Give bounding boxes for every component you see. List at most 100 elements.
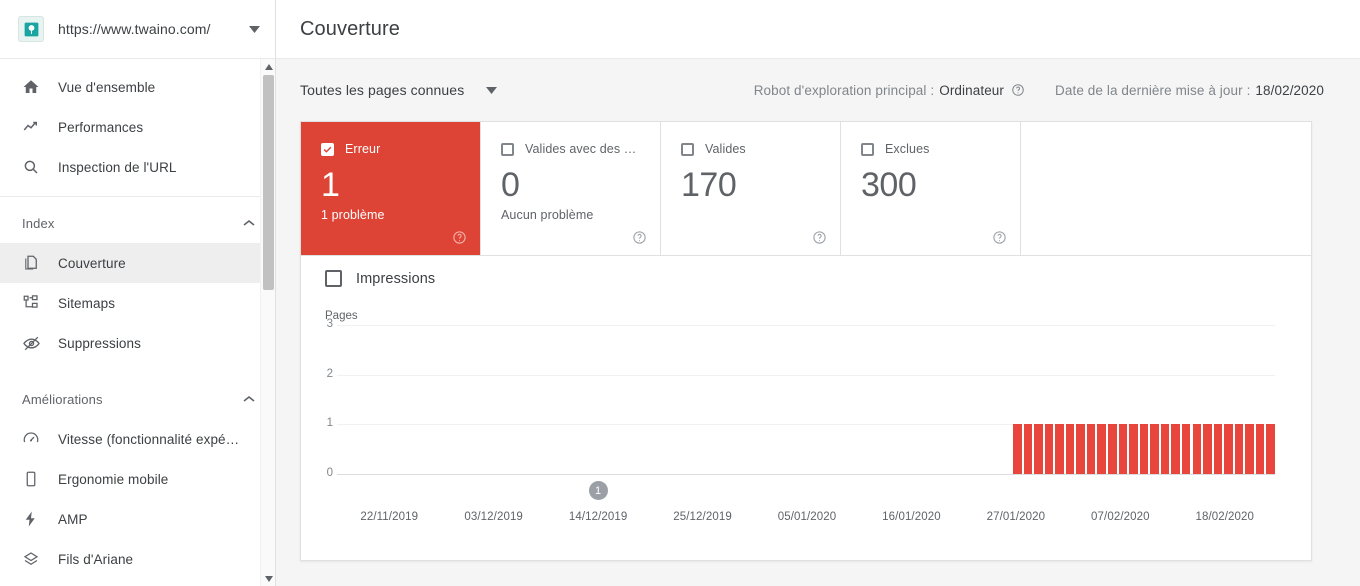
chart-bar[interactable] bbox=[1234, 424, 1245, 474]
sidebar-item-vue-densemble[interactable]: Vue d'ensemble bbox=[0, 67, 275, 107]
x-tick-label: 25/12/2019 bbox=[673, 511, 732, 523]
speedometer-icon bbox=[20, 430, 42, 448]
chart-annotation-marker[interactable]: 1 bbox=[588, 481, 608, 500]
sidebar-section-ameliorations[interactable]: Améliorations bbox=[0, 379, 275, 419]
property-selector[interactable]: https://www.twaino.com/ bbox=[0, 0, 275, 59]
scrollbar-thumb[interactable] bbox=[263, 75, 274, 290]
chart-bar[interactable] bbox=[1012, 424, 1023, 474]
status-card-erreur[interactable]: Erreur 1 1 problème bbox=[301, 122, 481, 255]
search-console-app: https://www.twaino.com/ Vue d'ensemble P… bbox=[0, 0, 1360, 586]
card-value: 300 bbox=[861, 166, 917, 204]
chart-bar[interactable] bbox=[1160, 424, 1171, 474]
card-label: Valides bbox=[705, 142, 746, 156]
y-tick-label: 0 bbox=[326, 467, 333, 479]
chart-bar[interactable] bbox=[1034, 424, 1044, 474]
chart-bar[interactable] bbox=[1129, 424, 1139, 474]
search-icon bbox=[20, 158, 42, 176]
scroll-down-arrow-icon[interactable] bbox=[261, 571, 276, 586]
sidebar-item-sitemaps[interactable]: Sitemaps bbox=[0, 283, 275, 323]
sidebar-scrollbar[interactable] bbox=[260, 59, 275, 586]
sidebar-item-suppressions[interactable]: Suppressions bbox=[0, 323, 275, 363]
sidebar-item-label: Inspection de l'URL bbox=[58, 159, 177, 175]
chart-bar[interactable] bbox=[1086, 424, 1097, 474]
x-tick-label: 14/12/2019 bbox=[568, 511, 628, 523]
sidebar-item-vitesse[interactable]: Vitesse (fonctionnalité expé… bbox=[0, 419, 275, 459]
chart-bars bbox=[337, 325, 1277, 474]
x-tick-label: 18/02/2020 bbox=[1195, 511, 1255, 523]
sidebar-item-amp[interactable]: AMP bbox=[0, 499, 275, 539]
chart-bar[interactable] bbox=[1203, 424, 1213, 474]
card-header: Valides avec des … bbox=[501, 142, 644, 156]
help-circle-icon[interactable] bbox=[992, 230, 1007, 245]
sidebar-section-index[interactable]: Index bbox=[0, 203, 275, 243]
sidebar-item-inspection-url[interactable]: Inspection de l'URL bbox=[0, 147, 275, 187]
gridline bbox=[337, 474, 1275, 475]
toolbar: Toutes les pages connues Robot d'explora… bbox=[276, 59, 1360, 121]
scroll-up-arrow-icon[interactable] bbox=[261, 59, 276, 74]
card-subtext: 1 problème bbox=[321, 208, 385, 222]
chart-bar[interactable] bbox=[1245, 424, 1255, 474]
page-header: Couverture bbox=[276, 0, 1360, 59]
chart-bar[interactable] bbox=[1255, 424, 1266, 474]
help-circle-icon[interactable] bbox=[452, 230, 467, 245]
chart-bar[interactable] bbox=[1108, 424, 1118, 474]
chart-bar[interactable] bbox=[1139, 424, 1150, 474]
sidebar-item-couverture[interactable]: Couverture bbox=[0, 243, 275, 283]
x-tick-label: 27/01/2020 bbox=[986, 511, 1046, 523]
chevron-down-icon[interactable] bbox=[486, 86, 498, 94]
status-card-exclues[interactable]: Exclues 300 bbox=[841, 122, 1021, 255]
chart-bar[interactable] bbox=[1097, 424, 1107, 474]
page-filter-dropdown[interactable]: Toutes les pages connues bbox=[300, 82, 498, 98]
sidebar-item-fils-dariane[interactable]: Fils d'Ariane bbox=[0, 539, 275, 579]
card-checkbox[interactable] bbox=[501, 142, 514, 156]
card-checkbox[interactable] bbox=[861, 142, 874, 156]
page-filter-label: Toutes les pages connues bbox=[300, 82, 465, 98]
property-url: https://www.twaino.com/ bbox=[58, 21, 211, 37]
layers-icon bbox=[20, 550, 42, 568]
chart-bar[interactable] bbox=[1065, 424, 1076, 474]
chart-bar[interactable] bbox=[1192, 424, 1203, 474]
chart-bar[interactable] bbox=[1224, 424, 1234, 474]
help-circle-icon[interactable] bbox=[812, 230, 827, 245]
chart-bar[interactable] bbox=[1044, 424, 1055, 474]
chart-bar[interactable] bbox=[1266, 424, 1276, 474]
home-icon bbox=[20, 78, 42, 96]
sidebar-item-ergonomie-mobile[interactable]: Ergonomie mobile bbox=[0, 459, 275, 499]
crawler-label: Robot d'exploration principal : bbox=[753, 82, 935, 98]
chart-bar[interactable] bbox=[1055, 424, 1065, 474]
sidebar-item-label: Fils d'Ariane bbox=[58, 551, 134, 567]
sidebar-item-performances[interactable]: Performances bbox=[0, 107, 275, 147]
card-label: Erreur bbox=[345, 142, 381, 156]
chart-bar[interactable] bbox=[1171, 424, 1181, 474]
chart-bar[interactable] bbox=[1076, 424, 1086, 474]
chevron-up-icon[interactable] bbox=[243, 395, 255, 403]
crawler-value: Ordinateur bbox=[939, 82, 1005, 98]
sidebar-divider bbox=[0, 196, 275, 197]
x-tick-label: 16/01/2020 bbox=[882, 511, 941, 523]
help-circle-icon[interactable] bbox=[1011, 83, 1025, 97]
chart-bar[interactable] bbox=[1213, 424, 1224, 474]
sidebar-section-title: Améliorations bbox=[22, 391, 103, 407]
coverage-chart: Impressions Pages 0123 1 22/11/2019 03/12… bbox=[301, 256, 1311, 561]
last-update-info: Date de la dernière mise à jour : 18/02/… bbox=[1055, 83, 1324, 98]
crawler-info: Robot d'exploration principal : Ordinate… bbox=[754, 83, 1025, 98]
card-subtext: Aucun problème bbox=[501, 208, 594, 222]
card-checkbox-checked[interactable] bbox=[321, 142, 334, 156]
chart-bar[interactable] bbox=[1150, 424, 1160, 474]
chevron-up-icon[interactable] bbox=[243, 219, 255, 227]
sitemap-icon bbox=[20, 294, 42, 312]
sidebar-item-label: Ergonomie mobile bbox=[58, 471, 169, 487]
sidebar-item-label: Performances bbox=[58, 119, 144, 135]
status-card-valides-avec-avertissements[interactable]: Valides avec des … 0 Aucun problème bbox=[481, 122, 661, 255]
card-checkbox[interactable] bbox=[681, 142, 694, 156]
chart-bar[interactable] bbox=[1181, 424, 1192, 474]
chevron-down-icon[interactable] bbox=[245, 25, 263, 33]
chart-bar[interactable] bbox=[1118, 424, 1129, 474]
card-value: 170 bbox=[681, 166, 737, 204]
chart-bar[interactable] bbox=[1023, 424, 1034, 474]
card-header: Valides bbox=[681, 142, 824, 156]
help-circle-icon[interactable] bbox=[632, 230, 647, 245]
status-card-valides[interactable]: Valides 170 bbox=[661, 122, 841, 255]
card-value: 1 bbox=[321, 166, 340, 204]
card-label: Valides avec des … bbox=[525, 142, 637, 156]
